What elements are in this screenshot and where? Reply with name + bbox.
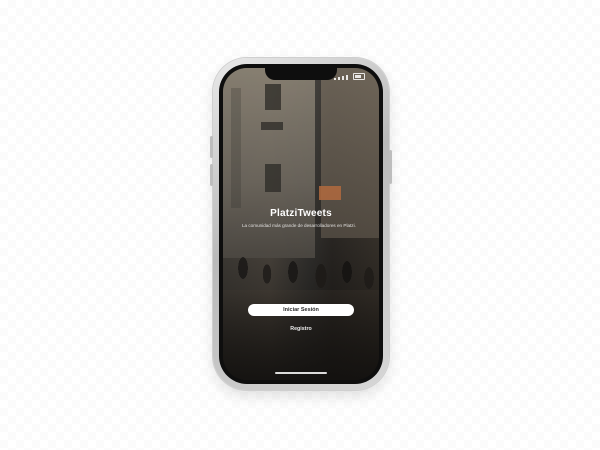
signal-bar [346, 75, 348, 80]
building-window [265, 164, 281, 192]
home-indicator[interactable] [275, 372, 327, 374]
volume-up-button [210, 136, 213, 158]
app-subtitle: La comunidad más grande de desarrollador… [242, 223, 356, 228]
background-flag [319, 186, 341, 200]
hero-content: PlatziTweets La comunidad más grande de … [223, 208, 379, 229]
signal-bar [338, 77, 340, 80]
power-button [389, 150, 392, 184]
app-screen: PlatziTweets La comunidad más grande de … [223, 68, 379, 380]
register-link[interactable]: Registro [271, 326, 331, 332]
app-title: PlatziTweets [270, 208, 332, 219]
status-bar [223, 71, 379, 81]
volume-down-button [210, 164, 213, 186]
phone-frame: PlatziTweets La comunidad más grande de … [210, 58, 392, 390]
building-balcony [261, 122, 283, 130]
signal-bar [342, 76, 344, 80]
building-column [231, 88, 241, 208]
building-window [265, 84, 281, 110]
auth-actions: Iniciar Sesión Registro [223, 304, 379, 332]
login-button[interactable]: Iniciar Sesión [248, 304, 354, 316]
signal-bar [334, 78, 336, 80]
battery-icon [353, 73, 365, 80]
status-icons [334, 73, 365, 80]
